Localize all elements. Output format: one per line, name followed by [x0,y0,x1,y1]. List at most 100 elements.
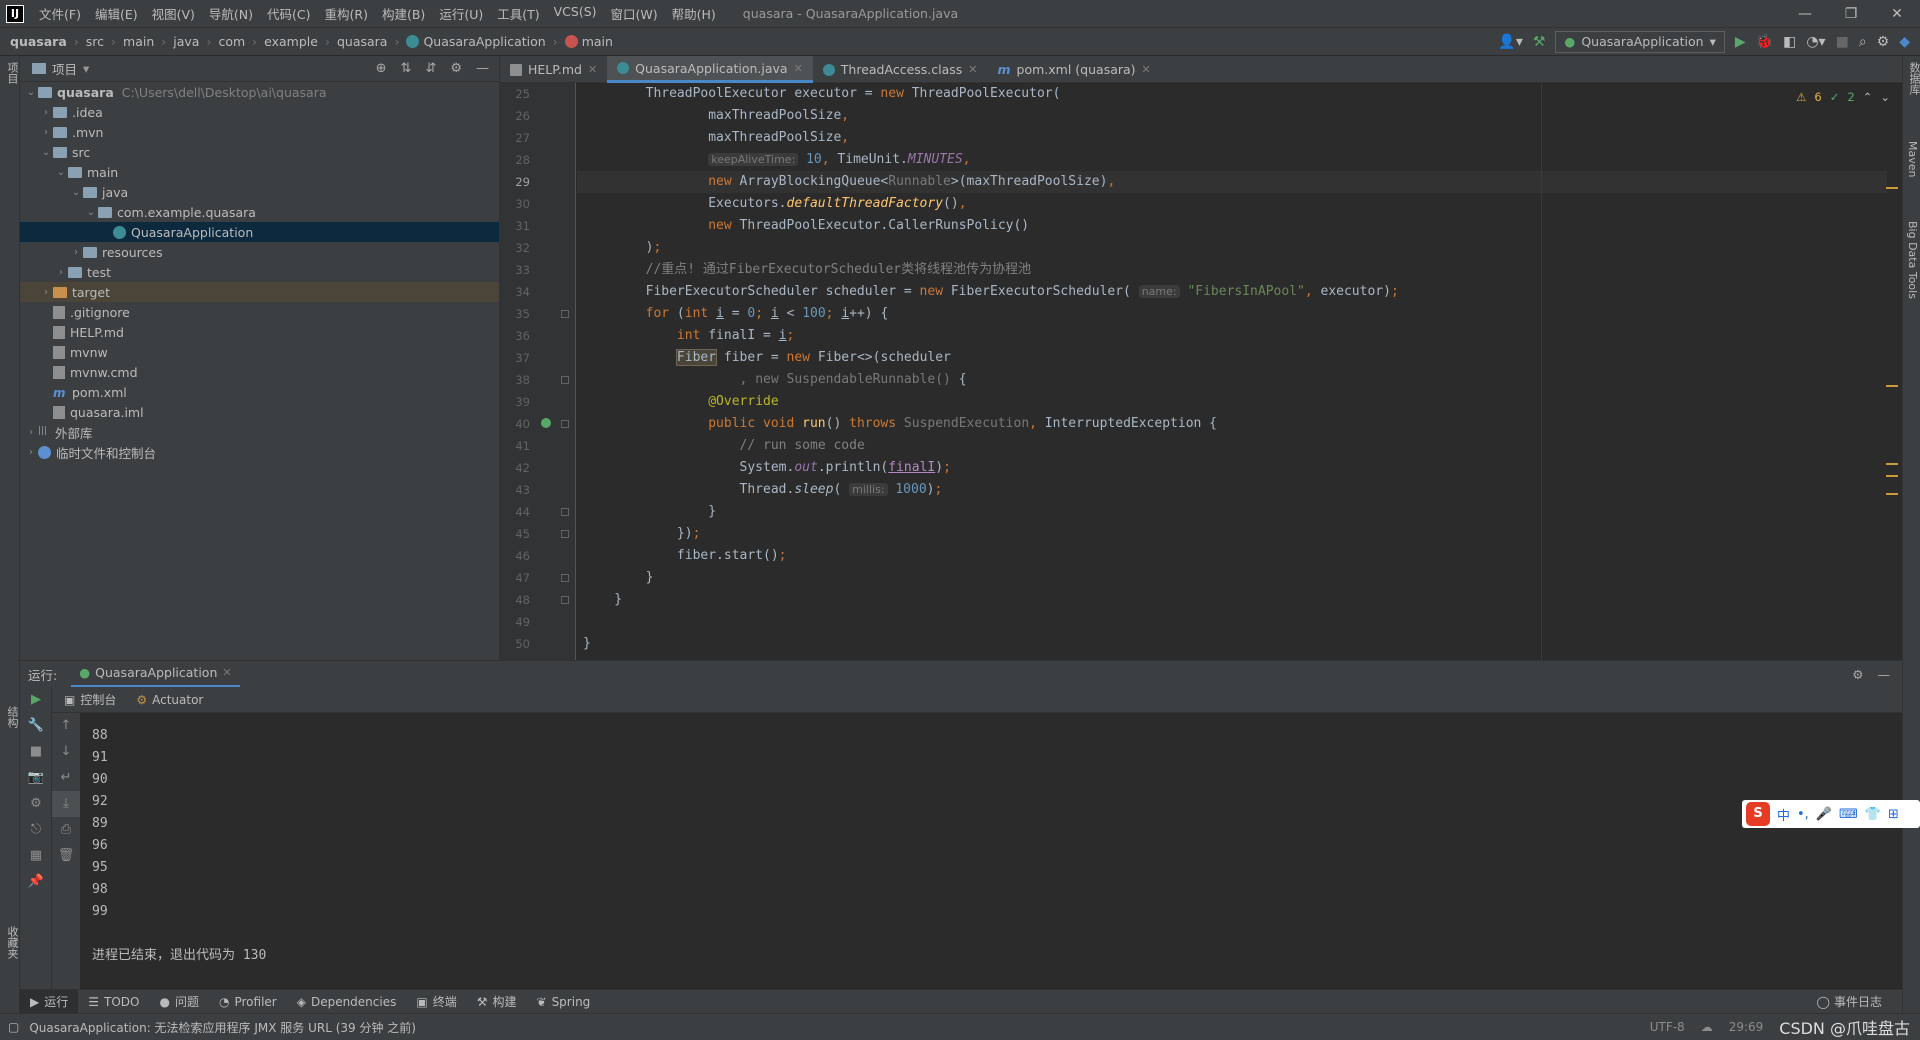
breadcrumb-item[interactable]: src [86,34,104,49]
editor-scrollbar[interactable] [1886,83,1902,660]
fold-icon[interactable] [561,574,569,582]
fold-icon[interactable] [561,530,569,538]
breadcrumb-item[interactable]: QuasaraApplication [406,34,546,49]
search-icon[interactable]: ⌕ [1859,34,1867,50]
tree-item[interactable]: › test [20,262,499,282]
breadcrumb-item[interactable]: quasara [337,34,388,49]
settings-icon[interactable]: ⚙ [1877,34,1890,50]
code-line[interactable]: maxThreadPoolSize, [577,105,1887,127]
override-icon[interactable] [541,418,551,428]
close-icon[interactable]: ✕ [1142,63,1151,76]
line-number[interactable]: 38 [500,369,575,391]
chevron-down-icon[interactable]: ⌄ [69,187,83,198]
structure-tool-button[interactable]: 结构 [4,706,20,728]
tool-window-button[interactable]: ▶ 运行 [20,989,79,1014]
hide-icon[interactable]: — [1878,667,1891,682]
close-icon[interactable]: ✕ [222,666,231,679]
coverage-icon[interactable]: ◧ [1783,34,1796,50]
tool-window-button[interactable]: ❦ Spring [527,990,601,1014]
code-line[interactable]: Thread.sleep( millis: 1000); [577,479,1887,501]
grid-icon[interactable]: ⊞ [1888,807,1899,822]
line-number[interactable]: 40 [500,413,575,435]
fold-icon[interactable] [561,508,569,516]
editor-tab[interactable]: m pom.xml (quasara) ✕ [988,56,1161,83]
menu-item[interactable]: VCS(S) [547,4,604,23]
debug-icon[interactable]: 🐞 [1756,34,1773,50]
warning-stripe[interactable] [1886,493,1898,495]
code-line[interactable]: Executors.defaultThreadFactory(), [577,193,1887,215]
line-number[interactable]: 31 [500,215,575,237]
warning-stripe[interactable] [1886,187,1898,189]
code-line[interactable]: maxThreadPoolSize, [577,127,1887,149]
database-tool-button[interactable]: 数据库 [1906,62,1920,95]
chevron-down-icon[interactable]: ⌄ [24,87,38,98]
menu-item[interactable]: 视图(V) [145,4,202,23]
tree-item[interactable]: ⌄ java [20,182,499,202]
code-line[interactable]: Fiber fiber = new Fiber<>(scheduler [577,347,1887,369]
build-hammer-icon[interactable]: ⚒ [1533,34,1546,50]
tool-window-button[interactable]: ◔ Profiler [209,990,287,1014]
menu-item[interactable]: 文件(F) [32,4,88,23]
project-view-selector[interactable]: 项目 [52,59,77,78]
camera-icon[interactable]: 📷 [20,765,52,791]
minimize-icon[interactable]: — [1782,6,1828,22]
line-number[interactable]: 28 [500,149,575,171]
caret-position[interactable]: 29:69 [1729,1020,1764,1034]
close-icon[interactable]: ✕ [794,62,803,75]
line-number[interactable]: 43 [500,479,575,501]
tree-item[interactable]: ⌄ main [20,162,499,182]
console-tab[interactable]: ▣ 控制台 [64,691,116,708]
menu-item[interactable]: 重构(R) [318,4,375,23]
line-number[interactable]: 48 [500,589,575,611]
code-line[interactable]: new ArrayBlockingQueue<Runnable>(maxThre… [577,171,1887,193]
line-number[interactable]: 41 [500,435,575,457]
microphone-icon[interactable]: 🎤 [1816,807,1832,822]
tree-item[interactable]: mvnw.cmd [20,362,499,382]
chevron-down-icon[interactable]: ⌄ [39,147,53,158]
chevron-right-icon[interactable]: › [24,447,38,458]
run-tab[interactable]: ● QuasaraApplication ✕ [71,661,240,688]
tree-item[interactable]: › ||| 外部库 [20,422,499,442]
line-number[interactable]: 39 [500,391,575,413]
locate-icon[interactable]: ⊕ [376,61,387,76]
encoding-widget[interactable]: UTF-8 [1650,1020,1685,1034]
warning-stripe[interactable] [1886,463,1898,465]
status-message[interactable]: QuasaraApplication: 无法检索应用程序 JMX 服务 URL … [29,1019,416,1036]
code-line[interactable]: fiber.start(); [577,545,1887,567]
gear-icon[interactable]: ⚙ [1852,667,1863,682]
tool-window-button[interactable]: ◈ Dependencies [287,990,407,1014]
tool-window-button[interactable]: ⚒ 构建 [467,990,527,1014]
code-line[interactable]: keepAliveTime: 10, TimeUnit.MINUTES, [577,149,1887,171]
keyboard-icon[interactable]: ⌨ [1839,807,1858,822]
code-line[interactable]: FiberExecutorScheduler scheduler = new F… [577,281,1887,303]
stop-icon[interactable]: ■ [1836,34,1849,50]
gear-icon[interactable]: ⚙ [450,61,462,76]
tree-item[interactable]: m pom.xml [20,382,499,402]
chevron-down-icon[interactable]: ▾ [83,61,89,76]
ime-mode[interactable]: 中 [1777,805,1790,824]
line-number[interactable]: 33 [500,259,575,281]
skin-icon[interactable]: 👕 [1865,807,1881,822]
menu-item[interactable]: 窗口(W) [604,4,665,23]
fold-icon[interactable] [561,310,569,318]
rerun-icon[interactable]: ▶ [20,687,52,713]
console-output[interactable]: 88 91 90 92 89 96 95 98 99 进程已结束，退出代码为 130 [80,713,1902,989]
code-line[interactable]: } [577,501,1887,523]
ime-punct-icon[interactable]: •, [1797,807,1809,822]
line-number[interactable]: 34 [500,281,575,303]
close-icon[interactable]: ✕ [588,63,597,76]
breadcrumb-item[interactable]: example [264,34,318,49]
tree-item[interactable]: › .mvn [20,122,499,142]
exit-icon[interactable]: ⎋ [20,817,52,843]
pin-icon[interactable]: 📌 [20,869,52,895]
tool-window-button[interactable]: ● 问题 [149,990,209,1014]
wrench-icon[interactable]: 🔧 [20,713,52,739]
warning-stripe[interactable] [1886,385,1898,387]
code-line[interactable]: new ThreadPoolExecutor.CallerRunsPolicy(… [577,215,1887,237]
code-line[interactable]: System.out.println(finalI); [577,457,1887,479]
code-line[interactable]: ThreadPoolExecutor executor = new Thread… [577,83,1887,105]
hide-icon[interactable]: — [476,61,489,76]
code-line[interactable]: } [577,589,1887,611]
fold-icon[interactable] [561,596,569,604]
line-number[interactable]: 44 [500,501,575,523]
